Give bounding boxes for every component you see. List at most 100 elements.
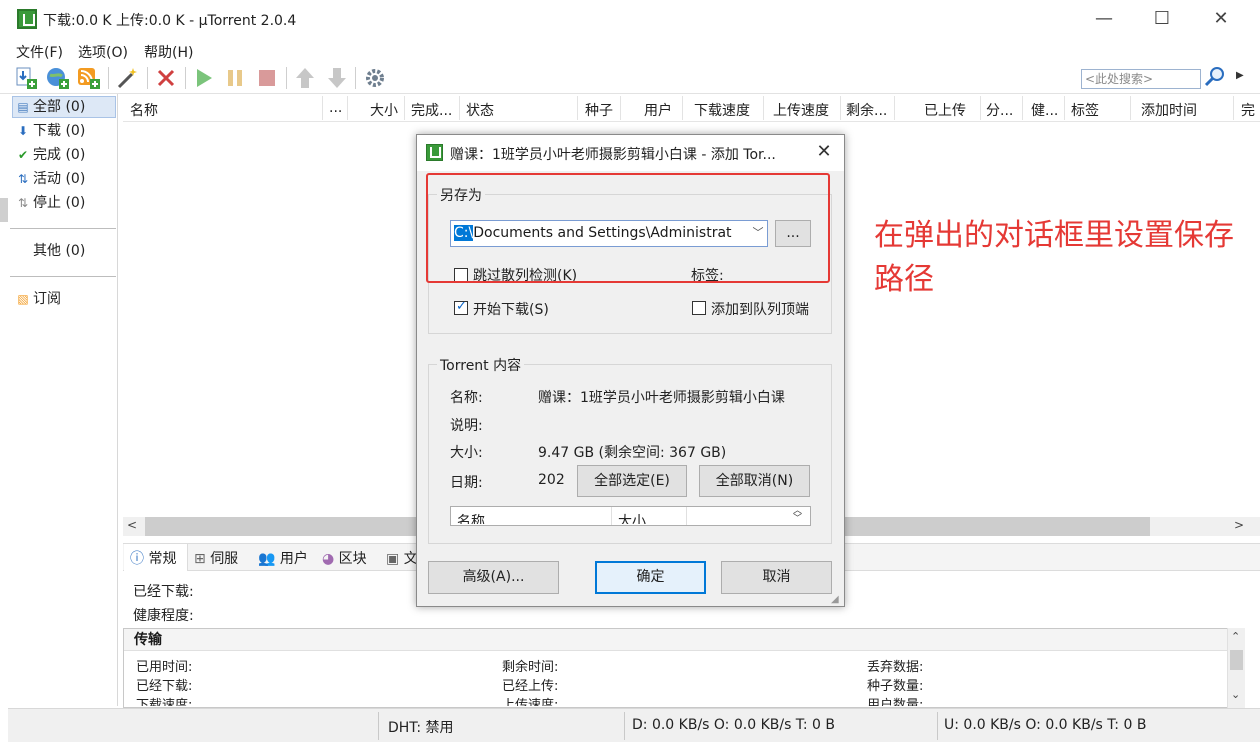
advanced-button[interactable]: 高级(A)...: [428, 561, 559, 594]
column-up-speed[interactable]: 上传速度: [773, 100, 829, 120]
inactive-icon: ⇅: [17, 196, 29, 210]
column-separator[interactable]: [611, 507, 612, 525]
scroll-right-icon[interactable]: >: [1234, 518, 1244, 532]
toolbar-separator: [185, 67, 186, 89]
column-separator[interactable]: [347, 96, 348, 120]
create-torrent-icon[interactable]: [115, 66, 139, 90]
column-ratio[interactable]: 分...: [986, 100, 1013, 120]
downloaded-label: 已经下载:: [136, 679, 193, 694]
preferences-icon[interactable]: [363, 66, 387, 90]
column-extra[interactable]: ...: [329, 100, 342, 116]
utorrent-logo-icon: [426, 144, 443, 161]
sidebar-item-downloading[interactable]: ⬇ 下载 (0): [16, 120, 85, 142]
column-health[interactable]: 健...: [1031, 100, 1058, 120]
column-added[interactable]: 添加时间: [1141, 100, 1197, 120]
column-done[interactable]: 完成...: [411, 100, 452, 120]
add-to-top-checkbox[interactable]: [692, 301, 706, 315]
column-eta[interactable]: 剩余...: [846, 100, 887, 120]
maximize-button[interactable]: ☐: [1151, 8, 1173, 30]
resize-grip-icon[interactable]: ◢: [831, 594, 839, 605]
menu-file[interactable]: 文件(F): [16, 42, 63, 62]
menu-options[interactable]: 选项(O): [78, 42, 128, 62]
search-input[interactable]: <此处搜索>: [1081, 69, 1201, 89]
scroll-up-icon[interactable]: ⌃: [1231, 630, 1240, 643]
ok-button[interactable]: 确定: [595, 561, 706, 594]
column-seeds[interactable]: 种子: [585, 100, 613, 120]
column-down-speed[interactable]: 下载速度: [694, 100, 750, 120]
column-separator[interactable]: [763, 96, 764, 120]
stop-icon[interactable]: [255, 66, 279, 90]
scrollbar-thumb[interactable]: [1230, 650, 1243, 670]
splitter-handle[interactable]: [0, 198, 8, 222]
cancel-button[interactable]: 取消: [721, 561, 832, 594]
sidebar-item-inactive[interactable]: ⇅ 停止 (0): [16, 192, 85, 214]
search-dropdown-icon[interactable]: ▶: [1236, 70, 1244, 81]
column-separator[interactable]: [577, 96, 578, 120]
download-icon: ⬇: [17, 124, 29, 138]
select-all-button[interactable]: 全部选定(E): [577, 465, 687, 497]
add-url-icon[interactable]: [46, 66, 70, 90]
column-separator[interactable]: [894, 96, 895, 120]
sidebar-item-completed[interactable]: ✔ 完成 (0): [16, 144, 85, 166]
column-name[interactable]: 名称: [130, 100, 158, 120]
torrent-content-label: Torrent 内容: [437, 355, 525, 375]
tab-trackers[interactable]: ⊞ 伺服: [194, 548, 238, 568]
move-down-icon[interactable]: [325, 66, 349, 90]
menu-help[interactable]: 帮助(H): [144, 42, 193, 62]
rss-icon: ▧: [17, 292, 29, 306]
annotation-text: 在弹出的对话框里设置保存路径: [874, 218, 1234, 297]
sidebar-item-active[interactable]: ⇅ 活动 (0): [16, 168, 85, 190]
sidebar-item-feeds[interactable]: ▧ 订阅: [16, 288, 61, 310]
downloaded-label: 已经下载:: [133, 584, 194, 600]
remove-icon[interactable]: [154, 66, 178, 90]
column-separator[interactable]: [620, 96, 621, 120]
column-separator[interactable]: [322, 96, 323, 120]
column-separator[interactable]: [1022, 96, 1023, 120]
dialog-close-button[interactable]: ✕: [813, 141, 835, 163]
close-button[interactable]: ✕: [1210, 8, 1232, 30]
tab-peers[interactable]: 👥 用户: [258, 548, 308, 568]
tab-general[interactable]: ⓘ 常规: [130, 548, 176, 568]
size-value: 9.47 GB (剩余空间: 367 GB): [538, 445, 727, 461]
file-list-spinner-icon[interactable]: ︿ ﹀: [793, 507, 802, 524]
move-up-icon[interactable]: [293, 66, 317, 90]
column-size[interactable]: 大小: [370, 100, 398, 120]
column-separator[interactable]: [404, 96, 405, 120]
all-icon: ▤: [17, 100, 29, 114]
column-completed-on[interactable]: 完: [1241, 100, 1260, 120]
window-title: 下载:0.0 K 上传:0.0 K - µTorrent 2.0.4: [43, 13, 297, 29]
column-status[interactable]: 状态: [466, 100, 494, 120]
column-separator[interactable]: [1233, 96, 1234, 120]
column-separator[interactable]: [980, 96, 981, 120]
column-separator[interactable]: [682, 96, 683, 120]
start-download-checkbox[interactable]: [454, 299, 468, 315]
sidebar-item-other[interactable]: 其他 (0): [33, 240, 85, 262]
column-separator[interactable]: [686, 507, 687, 525]
column-separator[interactable]: [840, 96, 841, 120]
add-torrent-icon[interactable]: [14, 66, 38, 90]
minimize-button[interactable]: —: [1093, 8, 1115, 30]
pause-icon[interactable]: [223, 66, 247, 90]
transfer-heading: 传输: [124, 629, 1244, 651]
column-separator[interactable]: [1130, 96, 1131, 120]
toolbar: [0, 62, 1260, 94]
deselect-all-button[interactable]: 全部取消(N): [699, 465, 810, 497]
scroll-left-icon[interactable]: <: [127, 518, 137, 532]
file-col-size[interactable]: 大小: [618, 510, 646, 524]
tab-pieces[interactable]: ◕ 区块: [322, 548, 367, 568]
tab-files[interactable]: ▣ 文: [386, 548, 418, 568]
scroll-down-icon[interactable]: ⌄: [1231, 688, 1240, 701]
dht-status: DHT: 禁用: [388, 720, 454, 736]
start-icon[interactable]: [192, 66, 216, 90]
search-icon[interactable]: [1204, 66, 1226, 88]
column-separator[interactable]: [459, 96, 460, 120]
column-peers[interactable]: 用户: [644, 100, 672, 120]
column-label[interactable]: 标签: [1071, 100, 1099, 120]
peers-icon: 👥: [258, 551, 276, 567]
sidebar-item-all[interactable]: ▤ 全部 (0): [16, 96, 85, 118]
file-col-name[interactable]: 名称: [457, 510, 485, 524]
toolbar-separator: [286, 67, 287, 89]
add-rss-icon[interactable]: [77, 66, 101, 90]
column-uploaded[interactable]: 已上传: [924, 100, 966, 120]
column-separator[interactable]: [1064, 96, 1065, 120]
